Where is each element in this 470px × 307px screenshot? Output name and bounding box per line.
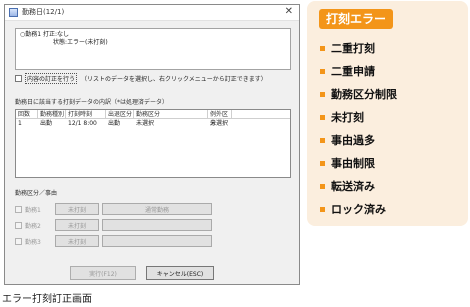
work-3-label: 勤務3 — [25, 238, 41, 246]
list-item: 二重打刻 — [320, 37, 397, 60]
work-2-status-button[interactable]: 未打刻 — [55, 219, 99, 231]
error-item-label: 二重打刻 — [331, 42, 375, 55]
error-types-panel: 打刻エラー 二重打刻 二重申請 勤務区分制限 未打刻 事由過多 事由制限 転送済… — [307, 1, 468, 226]
cell: 1 — [18, 120, 22, 127]
cell: 出勤 — [40, 120, 53, 127]
col-header[interactable]: 打刻時刻 — [66, 110, 106, 118]
list-item: 事由過多 — [320, 129, 397, 152]
work-3-status-button[interactable]: 未打刻 — [55, 235, 99, 247]
cell: 出勤 — [108, 120, 121, 127]
list-item: 勤務区分制限 — [320, 83, 397, 106]
col-header[interactable]: 出退区分 — [106, 110, 134, 118]
work-2-checkbox[interactable] — [15, 221, 22, 229]
work-row-3: 勤務3 未打刻 — [15, 235, 212, 247]
work-3-checkbox[interactable] — [15, 237, 22, 245]
cell: 12/1 8:00 — [68, 120, 97, 127]
execute-button[interactable]: 実行(F12) — [70, 266, 136, 280]
title-bar: 勤務日(12/1) ✕ — [5, 5, 299, 21]
list-item: 事由制限 — [320, 152, 397, 175]
error-item-label: ロック済み — [331, 203, 386, 216]
status-line-1: ○勤務1 打正:なし — [20, 31, 69, 38]
work-1-type-button[interactable]: 通常勤務 — [102, 203, 212, 215]
col-header[interactable]: 勤務種別 — [38, 110, 66, 118]
col-header[interactable]: 勤務区分 — [134, 110, 208, 118]
close-icon[interactable]: ✕ — [285, 6, 293, 18]
list-item: ロック済み — [320, 198, 397, 221]
correct-hint: （リストのデータを選択し、右クリックメニューから訂正できます） — [81, 76, 267, 83]
list-caption: 勤務日に該当する打刻データの内訳（*は処理済データ） — [15, 99, 169, 106]
error-item-label: 二重申請 — [331, 65, 375, 78]
work-3-checkbox-group[interactable]: 勤務3 — [15, 237, 55, 246]
bullet-icon — [320, 207, 325, 212]
error-badge: 打刻エラー — [319, 9, 393, 29]
work-2-checkbox-group[interactable]: 勤務2 — [15, 221, 55, 230]
col-header[interactable]: 例外区分 — [208, 110, 232, 127]
app-icon — [9, 8, 18, 17]
correction-dialog: 勤務日(12/1) ✕ ○勤務1 打正:なし 状態:エラー(未打刻) 内容の訂正… — [4, 4, 300, 285]
list-item: 転送済み — [320, 175, 397, 198]
bullet-icon — [320, 115, 325, 120]
error-item-label: 事由制限 — [331, 157, 375, 170]
screen-caption: エラー打刻訂正画面 — [2, 294, 92, 305]
work-row-1: 勤務1 未打刻 通常勤務 — [15, 203, 212, 215]
work-2-label: 勤務2 — [25, 222, 41, 230]
work-1-checkbox[interactable] — [15, 205, 22, 213]
window-title: 勤務日(12/1) — [22, 8, 65, 16]
work-1-checkbox-group[interactable]: 勤務1 — [15, 205, 55, 214]
cancel-button[interactable]: キャンセル(ESC) — [146, 266, 214, 280]
bullet-icon — [320, 184, 325, 189]
list-item: 未打刻 — [320, 106, 397, 129]
error-item-label: 転送済み — [331, 180, 375, 193]
correct-checkbox[interactable] — [15, 75, 22, 82]
error-item-label: 未打刻 — [331, 111, 364, 124]
bullet-icon — [320, 161, 325, 166]
work-2-type-button[interactable] — [102, 219, 212, 231]
status-box: ○勤務1 打正:なし 状態:エラー(未打刻) — [15, 28, 291, 70]
work-3-type-button[interactable] — [102, 235, 212, 247]
error-item-label: 勤務区分制限 — [331, 88, 397, 101]
list-item: 二重申請 — [320, 60, 397, 83]
cell: 未選択 — [210, 120, 229, 127]
correct-checkbox-label[interactable]: 内容の訂正を行う — [25, 73, 78, 84]
work-row-2: 勤務2 未打刻 — [15, 219, 212, 231]
cell: 未選択 — [136, 120, 155, 127]
error-list: 二重打刻 二重申請 勤務区分制限 未打刻 事由過多 事由制限 転送済み ロック済… — [320, 37, 397, 221]
table-row[interactable]: 1 出勤 12/1 8:00 出勤 未選択 未選択 — [16, 119, 290, 128]
error-item-label: 事由過多 — [331, 134, 375, 147]
punch-table[interactable]: 回数 勤務種別 打刻時刻 出退区分 勤務区分 例外区分 1 出勤 12/1 8:… — [15, 109, 291, 178]
bullet-icon — [320, 92, 325, 97]
bullet-icon — [320, 46, 325, 51]
bullet-icon — [320, 138, 325, 143]
work-1-status-button[interactable]: 未打刻 — [55, 203, 99, 215]
correct-row: 内容の訂正を行う （リストのデータを選択し、右クリックメニューから訂正できます） — [15, 73, 267, 84]
group-title: 勤務区分／事由 — [15, 190, 58, 197]
col-header[interactable]: 回数 — [16, 110, 38, 118]
table-header: 回数 勤務種別 打刻時刻 出退区分 勤務区分 例外区分 — [16, 110, 290, 127]
work-1-label: 勤務1 — [25, 206, 41, 214]
status-line-2: 状態:エラー(未打刻) — [53, 39, 108, 46]
bullet-icon — [320, 69, 325, 74]
